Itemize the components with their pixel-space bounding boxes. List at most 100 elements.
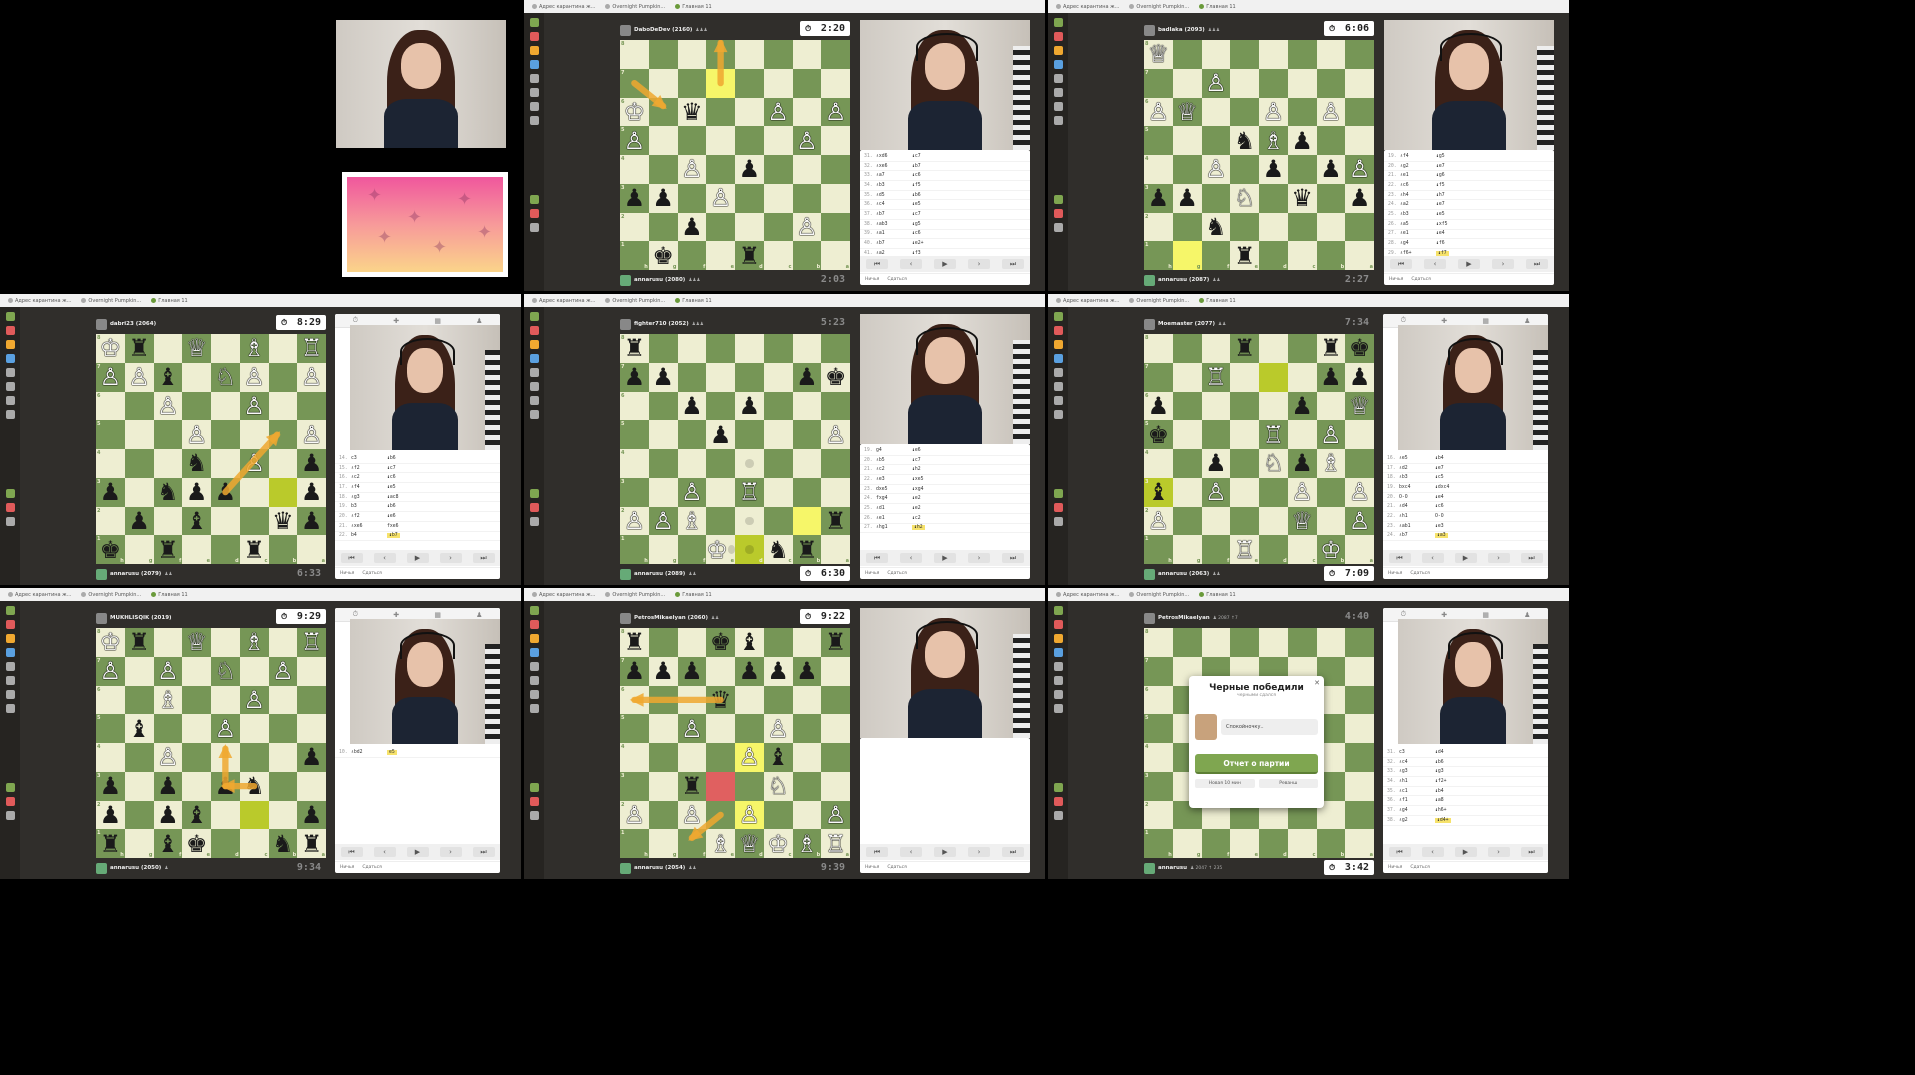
board-square[interactable]: b — [1316, 829, 1346, 858]
nav-icon[interactable] — [1053, 382, 1063, 391]
white-king-piece[interactable]: ♔ — [767, 832, 789, 856]
resign-button[interactable]: Сдаться — [362, 865, 381, 870]
board-square[interactable]: ♜ c — [239, 535, 269, 564]
move-row[interactable]: 20. ♗f2 ♝e6 — [335, 512, 500, 522]
board-square[interactable]: ♟ — [735, 391, 764, 421]
move-row[interactable]: 25. ♗b3 ♝e5 — [1384, 210, 1554, 220]
board-square[interactable]: 4 — [1144, 743, 1173, 772]
black-king-piece[interactable]: ♚ — [1148, 423, 1170, 447]
nav-icon[interactable] — [529, 690, 539, 699]
white-pawn-piece[interactable]: ♙ — [301, 365, 323, 389]
black-bishop-piece[interactable]: ♝ — [128, 717, 150, 741]
board-square[interactable] — [1345, 628, 1374, 657]
board-square[interactable]: ♘ — [1259, 449, 1288, 478]
black-move-cell[interactable]: ♝e6 — [912, 448, 1026, 453]
black-pawn-piece[interactable]: ♟ — [652, 365, 674, 389]
white-knight-piece[interactable]: ♘ — [215, 659, 237, 683]
white-move[interactable]: dxe5 — [876, 487, 912, 492]
board-square[interactable] — [792, 685, 822, 715]
board-square[interactable] — [1287, 97, 1317, 127]
black-move[interactable]: ♝f2+ — [1435, 779, 1447, 784]
black-move[interactable]: ♝d4 — [1435, 750, 1444, 755]
black-pawn-piece[interactable]: ♟ — [739, 157, 761, 181]
board-square[interactable] — [1230, 68, 1259, 98]
board-square[interactable]: b — [1316, 241, 1346, 270]
browser-tab[interactable]: Overnight Pumpkin... — [605, 4, 665, 10]
nav-icon[interactable] — [1053, 606, 1063, 615]
board-square[interactable] — [821, 449, 850, 478]
board-square[interactable]: ♙ — [153, 391, 183, 421]
black-move-cell[interactable]: ♝xg4 — [912, 487, 1026, 492]
board-square[interactable] — [1172, 506, 1202, 536]
white-move[interactable]: ♗f2 — [351, 466, 387, 471]
board-square[interactable]: ♟ — [735, 656, 764, 686]
nav-icon[interactable] — [5, 797, 15, 806]
play-button[interactable]: ▶ — [934, 553, 956, 563]
board-square[interactable] — [124, 743, 154, 772]
prev-move-button[interactable]: ‹ — [900, 259, 922, 269]
browser-tab[interactable]: Главная 11 — [151, 298, 188, 304]
board-square[interactable] — [239, 477, 269, 507]
board-square[interactable]: 1h — [620, 829, 649, 858]
move-row[interactable]: 20. ♗g2 ♝e7 — [1384, 162, 1554, 172]
board-square[interactable]: f — [1201, 241, 1231, 270]
board-square[interactable]: ♙ — [763, 714, 793, 743]
move-row[interactable]: 37. ♗g4 ♝h6+ — [1383, 806, 1548, 816]
board-square[interactable]: ♟ — [1172, 183, 1202, 213]
board-square[interactable] — [1316, 183, 1346, 213]
board-square[interactable]: ♗ — [239, 334, 269, 363]
board-square[interactable] — [268, 477, 298, 507]
board-square[interactable] — [124, 800, 154, 830]
avatar[interactable] — [96, 318, 107, 330]
white-move[interactable]: c3 — [351, 456, 387, 461]
board-square[interactable] — [677, 362, 707, 392]
board-square[interactable] — [297, 391, 326, 421]
black-move[interactable]: ♝f6 — [1436, 241, 1445, 246]
board-square[interactable] — [1172, 126, 1202, 155]
white-queen-piece[interactable]: ♕ — [1176, 100, 1198, 124]
white-move[interactable]: ♗xe6 — [876, 164, 912, 169]
board-square[interactable]: ♝ — [153, 362, 183, 392]
black-pawn-piece[interactable]: ♟ — [186, 480, 208, 504]
black-move[interactable]: ♝xe5 — [912, 477, 924, 482]
board-square[interactable]: d — [1259, 829, 1288, 858]
board-square[interactable] — [792, 68, 822, 98]
chess-board[interactable]: ♔ 8 ♜ ♕ ♗ ♖ ♙ 7 ♙ ♝ ♘ ♙ ♙ 6 ♙ ♙ 5 ♙ ♙ 4 ♞ ♙ ♟ ♟ 3 ♞ ♟ ♟ ♟ 2 ♟ ♝ ♛ ♟ ♚ 1 h g ♜ f… — [96, 334, 326, 564]
black-pawn-piece[interactable]: ♟ — [100, 480, 122, 504]
nav-icon[interactable] — [1053, 690, 1063, 699]
board-square[interactable] — [763, 420, 793, 449]
board-square[interactable] — [735, 362, 764, 392]
first-move-button[interactable]: ⏮ — [866, 553, 888, 563]
nav-icon[interactable] — [5, 811, 15, 820]
black-bishop-piece[interactable]: ♝ — [186, 509, 208, 533]
draw-button[interactable]: Ничья — [865, 277, 879, 282]
browser-tab[interactable]: Адрес карантина ж... — [1056, 298, 1119, 304]
nav-icon[interactable] — [5, 606, 15, 615]
play-button[interactable]: ▶ — [1458, 259, 1480, 269]
white-move[interactable]: ♗b3 — [876, 183, 912, 188]
board-square[interactable] — [821, 334, 850, 363]
white-rook-piece[interactable]: ♖ — [825, 832, 847, 856]
avatar[interactable] — [1144, 568, 1155, 580]
black-move[interactable]: ♝e6 — [387, 514, 396, 519]
board-square[interactable]: ♜ a — [297, 829, 326, 858]
board-square[interactable]: f — [677, 535, 707, 564]
board-square[interactable] — [792, 771, 822, 801]
nav-icon[interactable] — [529, 60, 539, 69]
avatar[interactable] — [620, 274, 631, 286]
nav-icon[interactable] — [5, 634, 15, 643]
board-square[interactable] — [211, 334, 240, 363]
white-move[interactable]: ♗b7 — [876, 212, 912, 217]
white-rook-piece[interactable]: ♖ — [301, 630, 323, 654]
nav-icon[interactable] — [529, 620, 539, 629]
black-move-cell[interactable]: ♝e5 — [1436, 212, 1550, 217]
board-square[interactable]: ♙ — [182, 420, 211, 449]
nav-icon[interactable] — [529, 634, 539, 643]
board-square[interactable] — [648, 743, 678, 772]
panel-tab-icon[interactable]: ⏱ — [1401, 316, 1406, 325]
nav-icon[interactable] — [5, 503, 15, 512]
board-square[interactable]: e — [1230, 829, 1259, 858]
board-square[interactable] — [1230, 449, 1259, 478]
board-square[interactable]: ♟ — [792, 362, 822, 392]
white-pawn-piece[interactable]: ♙ — [624, 803, 646, 827]
